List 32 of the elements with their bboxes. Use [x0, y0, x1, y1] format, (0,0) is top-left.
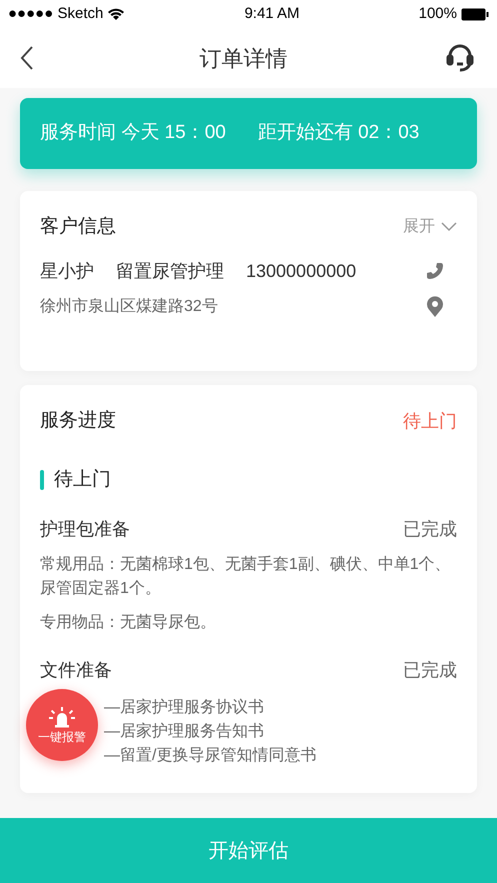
phone-number: 13000000000 — [246, 260, 356, 282]
section-title: 服务进度 — [40, 409, 116, 433]
battery-text: 100% — [418, 4, 457, 24]
clock-text: 9:41 AM — [244, 4, 300, 24]
alarm-light-icon — [49, 706, 75, 728]
document-line: —居家护理服务协议书 — [104, 698, 264, 718]
location-pin-icon[interactable] — [425, 296, 445, 318]
task-detail: 常规用品：无菌棉球1包、无菌手套1副、碘伏、中单1个、尿管固定器1个。 — [40, 554, 452, 599]
expand-toggle[interactable]: 展开 — [403, 215, 457, 240]
page-title: 订单详情 — [200, 44, 288, 72]
phone-icon[interactable] — [425, 261, 445, 281]
task-state: 已完成 — [403, 518, 457, 541]
wifi-icon — [107, 8, 126, 20]
document-line: —留置/更换导尿管知情同意书 — [104, 746, 316, 766]
task-title: 文件准备 — [40, 659, 112, 682]
service-time-text: 服务时间 今天 15：00 — [40, 121, 226, 146]
carrier-text: ●●●●● Sketch — [8, 4, 104, 24]
section-title: 客户信息 — [40, 215, 116, 239]
stage-title: 待上门 — [54, 468, 111, 492]
stage-marker — [40, 470, 44, 490]
status-text: 待上门 — [403, 410, 457, 433]
service-name: 留置尿管护理 — [116, 260, 224, 282]
start-assessment-button[interactable]: 开始评估 — [0, 818, 497, 883]
task-title: 护理包准备 — [40, 518, 130, 541]
customer-name: 星小护 — [40, 260, 94, 282]
document-line: —居家护理服务告知书 — [104, 722, 264, 742]
chevron-icon — [441, 222, 457, 232]
task-detail: 专用物品：无菌导尿包。 — [40, 612, 217, 633]
battery-icon — [461, 8, 489, 20]
countdown-text: 距开始还有 02：03 — [258, 121, 420, 146]
task-state: 已完成 — [403, 659, 457, 682]
address-text: 徐州市泉山区煤建路32号 — [40, 296, 218, 316]
